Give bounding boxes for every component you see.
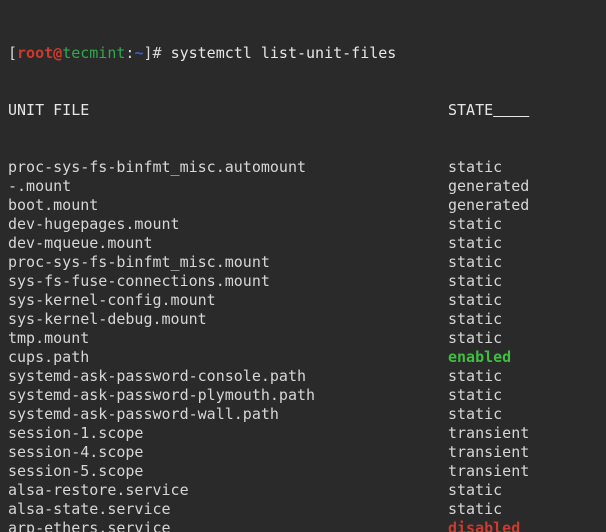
unit-file-name: boot.mount — [8, 196, 448, 215]
unit-file-name: session-4.scope — [8, 443, 448, 462]
header-unit: UNIT FILE — [8, 101, 448, 120]
unit-file-name: alsa-state.service — [8, 500, 448, 519]
unit-state: transient — [448, 424, 529, 443]
unit-row: systemd-ask-password-console.pathstatic — [8, 367, 598, 386]
unit-state: disabled — [448, 519, 520, 532]
unit-file-name: sys-kernel-config.mount — [8, 291, 448, 310]
unit-row: session-1.scopetransient — [8, 424, 598, 443]
unit-row: alsa-state.servicestatic — [8, 500, 598, 519]
unit-state: static — [448, 234, 502, 253]
unit-state: static — [448, 291, 502, 310]
unit-row: session-4.scopetransient — [8, 443, 598, 462]
unit-file-name: dev-hugepages.mount — [8, 215, 448, 234]
prompt-hash: # — [153, 44, 162, 62]
unit-file-name: proc-sys-fs-binfmt_misc.automount — [8, 158, 448, 177]
unit-row: systemd-ask-password-plymouth.pathstatic — [8, 386, 598, 405]
unit-state: enabled — [448, 348, 511, 367]
terminal-output[interactable]: [root@tecmint:~]# systemctl list-unit-fi… — [0, 0, 606, 532]
unit-state: generated — [448, 196, 529, 215]
unit-state: static — [448, 481, 502, 500]
prompt-line: [root@tecmint:~]# systemctl list-unit-fi… — [8, 44, 598, 63]
unit-row: proc-sys-fs-binfmt_misc.automountstatic — [8, 158, 598, 177]
unit-state: static — [448, 500, 502, 519]
unit-state: transient — [448, 443, 529, 462]
prompt-at: @ — [53, 44, 62, 62]
unit-file-name: session-5.scope — [8, 462, 448, 481]
unit-file-name: tmp.mount — [8, 329, 448, 348]
unit-row: sys-kernel-debug.mountstatic — [8, 310, 598, 329]
unit-state: static — [448, 329, 502, 348]
command-text: systemctl list-unit-files — [171, 44, 397, 62]
unit-state: static — [448, 386, 502, 405]
unit-file-name: sys-kernel-debug.mount — [8, 310, 448, 329]
unit-file-name: systemd-ask-password-plymouth.path — [8, 386, 448, 405]
unit-file-name: arp-ethers.service — [8, 519, 448, 532]
unit-state: static — [448, 310, 502, 329]
unit-file-name: systemd-ask-password-wall.path — [8, 405, 448, 424]
unit-file-name: sys-fs-fuse-connections.mount — [8, 272, 448, 291]
unit-row: alsa-restore.servicestatic — [8, 481, 598, 500]
unit-file-name: session-1.scope — [8, 424, 448, 443]
unit-row: boot.mountgenerated — [8, 196, 598, 215]
header-row: UNIT FILESTATE — [8, 101, 598, 120]
unit-state: static — [448, 215, 502, 234]
unit-state: static — [448, 158, 502, 177]
unit-file-name: alsa-restore.service — [8, 481, 448, 500]
prompt-user: root — [17, 44, 53, 62]
header-state: STATE — [448, 101, 493, 120]
unit-file-name: cups.path — [8, 348, 448, 367]
unit-row: dev-hugepages.mountstatic — [8, 215, 598, 234]
unit-file-name: dev-mqueue.mount — [8, 234, 448, 253]
unit-state: transient — [448, 462, 529, 481]
bracket-close: ] — [143, 44, 152, 62]
unit-state: static — [448, 367, 502, 386]
unit-row: cups.pathenabled — [8, 348, 598, 367]
prompt-host: tecmint — [62, 44, 125, 62]
unit-state: generated — [448, 177, 529, 196]
unit-row: systemd-ask-password-wall.pathstatic — [8, 405, 598, 424]
unit-row: sys-fs-fuse-connections.mountstatic — [8, 272, 598, 291]
unit-state: static — [448, 272, 502, 291]
unit-row: session-5.scopetransient — [8, 462, 598, 481]
unit-row: proc-sys-fs-binfmt_misc.mountstatic — [8, 253, 598, 272]
unit-row: arp-ethers.servicedisabled — [8, 519, 598, 532]
unit-row: -.mountgenerated — [8, 177, 598, 196]
unit-row: sys-kernel-config.mountstatic — [8, 291, 598, 310]
unit-file-name: -.mount — [8, 177, 448, 196]
unit-state: static — [448, 405, 502, 424]
unit-list: proc-sys-fs-binfmt_misc.automountstatic-… — [8, 158, 598, 532]
unit-state: static — [448, 253, 502, 272]
bracket-open: [ — [8, 44, 17, 62]
unit-file-name: proc-sys-fs-binfmt_misc.mount — [8, 253, 448, 272]
unit-file-name: systemd-ask-password-console.path — [8, 367, 448, 386]
unit-row: dev-mqueue.mountstatic — [8, 234, 598, 253]
unit-row: tmp.mountstatic — [8, 329, 598, 348]
